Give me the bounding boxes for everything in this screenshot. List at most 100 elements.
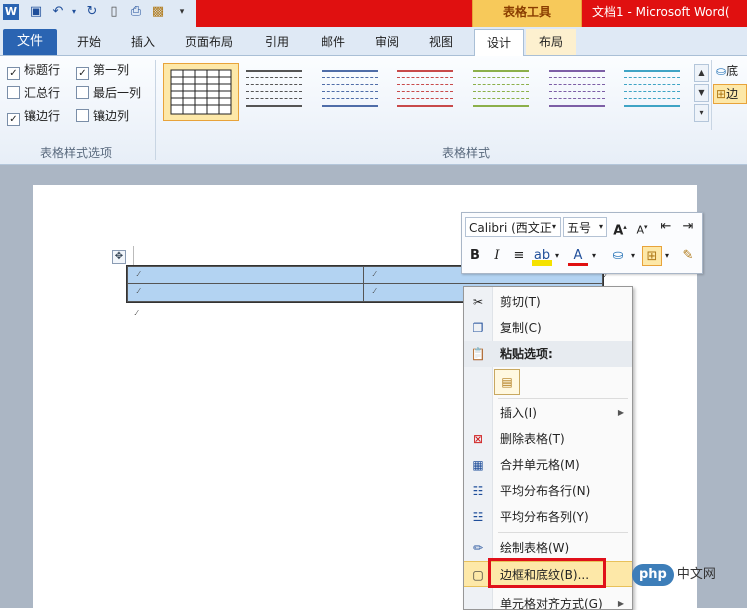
text-cursor-guide [133,246,134,266]
table-style-thumbnail[interactable] [244,66,304,110]
context-tab-group-label: 表格工具 [472,0,582,27]
grid-style-thumbnail [170,69,232,115]
customize-qat-icon[interactable]: ▾ [174,4,190,20]
increase-indent-icon[interactable]: ⇥ [678,217,698,237]
copy-icon: ❐ [472,321,484,335]
tab-references[interactable]: 引用 [256,29,298,55]
checkbox-box[interactable] [7,86,20,99]
tab-page-layout[interactable]: 页面布局 [176,29,242,55]
menu-item-label: 平均分布各行(N) [500,484,591,498]
checkbox-box[interactable]: ✓ [76,67,89,80]
menu-item-label: 粘贴选项: [500,347,553,361]
chevron-down-icon[interactable]: ▾ [628,246,638,266]
redo-icon[interactable]: ↻ [84,4,100,20]
table-style-thumbnail[interactable] [471,66,531,110]
menu-item-label: 合并单元格(M) [500,458,580,472]
chevron-down-icon[interactable]: ▾ [548,217,560,237]
menu-item-distribute-columns[interactable]: ☳ 平均分布各列(Y) [464,504,632,530]
center-align-icon[interactable]: ≡ [509,246,529,266]
print-preview-icon[interactable]: ⎙ [128,4,144,20]
font-color-icon[interactable]: A [568,246,588,266]
table-cell[interactable]: .⁄ [127,266,364,284]
menu-item-insert[interactable]: 插入(I) ▶ [464,400,632,426]
checkbox-last-column[interactable]: 最后一列 [76,84,141,102]
highlight-icon[interactable]: ab [532,246,552,266]
tab-design[interactable]: 设计 [474,29,524,57]
borders-icon: ⊞ [716,87,727,101]
style-line [549,91,605,92]
decrease-indent-icon[interactable]: ⇤ [656,217,676,237]
shading-label: 底 [726,64,739,78]
undo-icon[interactable]: ↶ [50,4,66,20]
grow-font-icon[interactable]: A▴ [610,217,630,238]
group-separator [711,60,712,130]
checkbox-box[interactable]: ✓ [7,113,20,126]
menu-item-merge-cells[interactable]: ▦ 合并单元格(M) [464,452,632,478]
chevron-down-icon[interactable]: ▾ [662,246,672,266]
table-move-handle-icon[interactable]: ✥ [112,250,126,264]
chevron-down-icon[interactable]: ▾ [552,246,562,266]
paste-keep-formatting-icon[interactable]: ▤ [494,369,520,395]
undo-dropdown-icon[interactable]: ▾ [66,4,82,20]
gallery-more[interactable]: ▾ [694,104,709,122]
checkbox-box[interactable] [76,86,89,99]
table-style-thumbnail[interactable] [622,66,682,110]
tab-view[interactable]: 视图 [420,29,462,55]
checkbox-box[interactable]: ✓ [7,67,20,80]
tab-review[interactable]: 审阅 [366,29,408,55]
borders-label: 边 [726,87,739,101]
checkbox-header-row[interactable]: ✓ 标题行 [7,61,60,80]
style-line [246,84,302,85]
style-line [549,84,605,85]
distribute-rows-icon: ☷ [472,484,484,498]
borders-button[interactable]: ⊞边 [713,84,747,104]
gallery-scroll-up[interactable]: ▲ [694,64,709,82]
table-style-selected[interactable] [163,63,239,121]
menu-item-distribute-rows[interactable]: ☷ 平均分布各行(N) [464,478,632,504]
checkbox-first-column[interactable]: ✓ 第一列 [76,61,129,80]
chevron-down-icon[interactable]: ▾ [589,246,599,266]
tab-layout[interactable]: 布局 [526,29,576,55]
distribute-columns-icon: ☳ [472,510,484,524]
checkbox-banded-columns[interactable]: 镶边列 [76,107,129,125]
chevron-down-icon[interactable]: ▾ [595,217,607,237]
menu-item-cut[interactable]: ✂ 剪切(T) [464,289,632,315]
font-name-select[interactable]: Calibri (西文正 [465,217,561,237]
checkbox-total-row[interactable]: 汇总行 [7,84,60,102]
bold-icon[interactable]: B [465,246,485,266]
table-style-thumbnail[interactable] [320,66,380,110]
tab-mailings[interactable]: 邮件 [312,29,354,55]
menu-header-paste-options: 📋 粘贴选项: [464,341,632,367]
tab-file[interactable]: 文件 [3,29,57,55]
checkbox-box[interactable] [76,109,89,122]
format-painter-icon[interactable]: ✎ [678,246,698,266]
shading-icon: ⛀ [716,64,727,78]
menu-item-copy[interactable]: ❐ 复制(C) [464,315,632,341]
group-label-style-options: 表格样式选项 [40,146,113,160]
style-line [624,105,680,107]
tab-home[interactable]: 开始 [68,29,110,55]
shading-icon[interactable]: ⛀ [608,246,628,266]
italic-icon[interactable]: I [487,246,507,266]
merge-cells-icon: ▦ [472,458,484,472]
style-line [397,105,453,107]
save-icon[interactable]: ▣ [28,4,44,20]
submenu-arrow-icon: ▶ [617,599,624,608]
tab-insert[interactable]: 插入 [122,29,164,55]
table-style-thumbnail[interactable] [547,66,607,110]
insert-picture-icon[interactable]: ▩ [150,4,166,20]
style-line [397,91,453,92]
style-line [322,91,378,92]
menu-item-delete-table[interactable]: ⊠ 删除表格(T) [464,426,632,452]
table-cell[interactable]: .⁄ [127,283,364,302]
word-logo-icon[interactable]: W [3,4,19,20]
checkbox-banded-rows[interactable]: ✓ 镶边行 [7,107,60,126]
shrink-font-icon[interactable]: A▾ [632,217,652,237]
cell-end-mark: .⁄ [372,270,376,278]
shading-button[interactable]: ⛀底 [716,62,747,80]
table-style-thumbnail[interactable] [395,66,455,110]
new-doc-icon[interactable]: ▯ [106,4,122,20]
gallery-scroll-down[interactable]: ▼ [694,84,709,102]
borders-icon[interactable]: ⊞ [642,246,662,266]
menu-item-cell-alignment[interactable]: 单元格对齐方式(G) ▶ [464,591,632,609]
